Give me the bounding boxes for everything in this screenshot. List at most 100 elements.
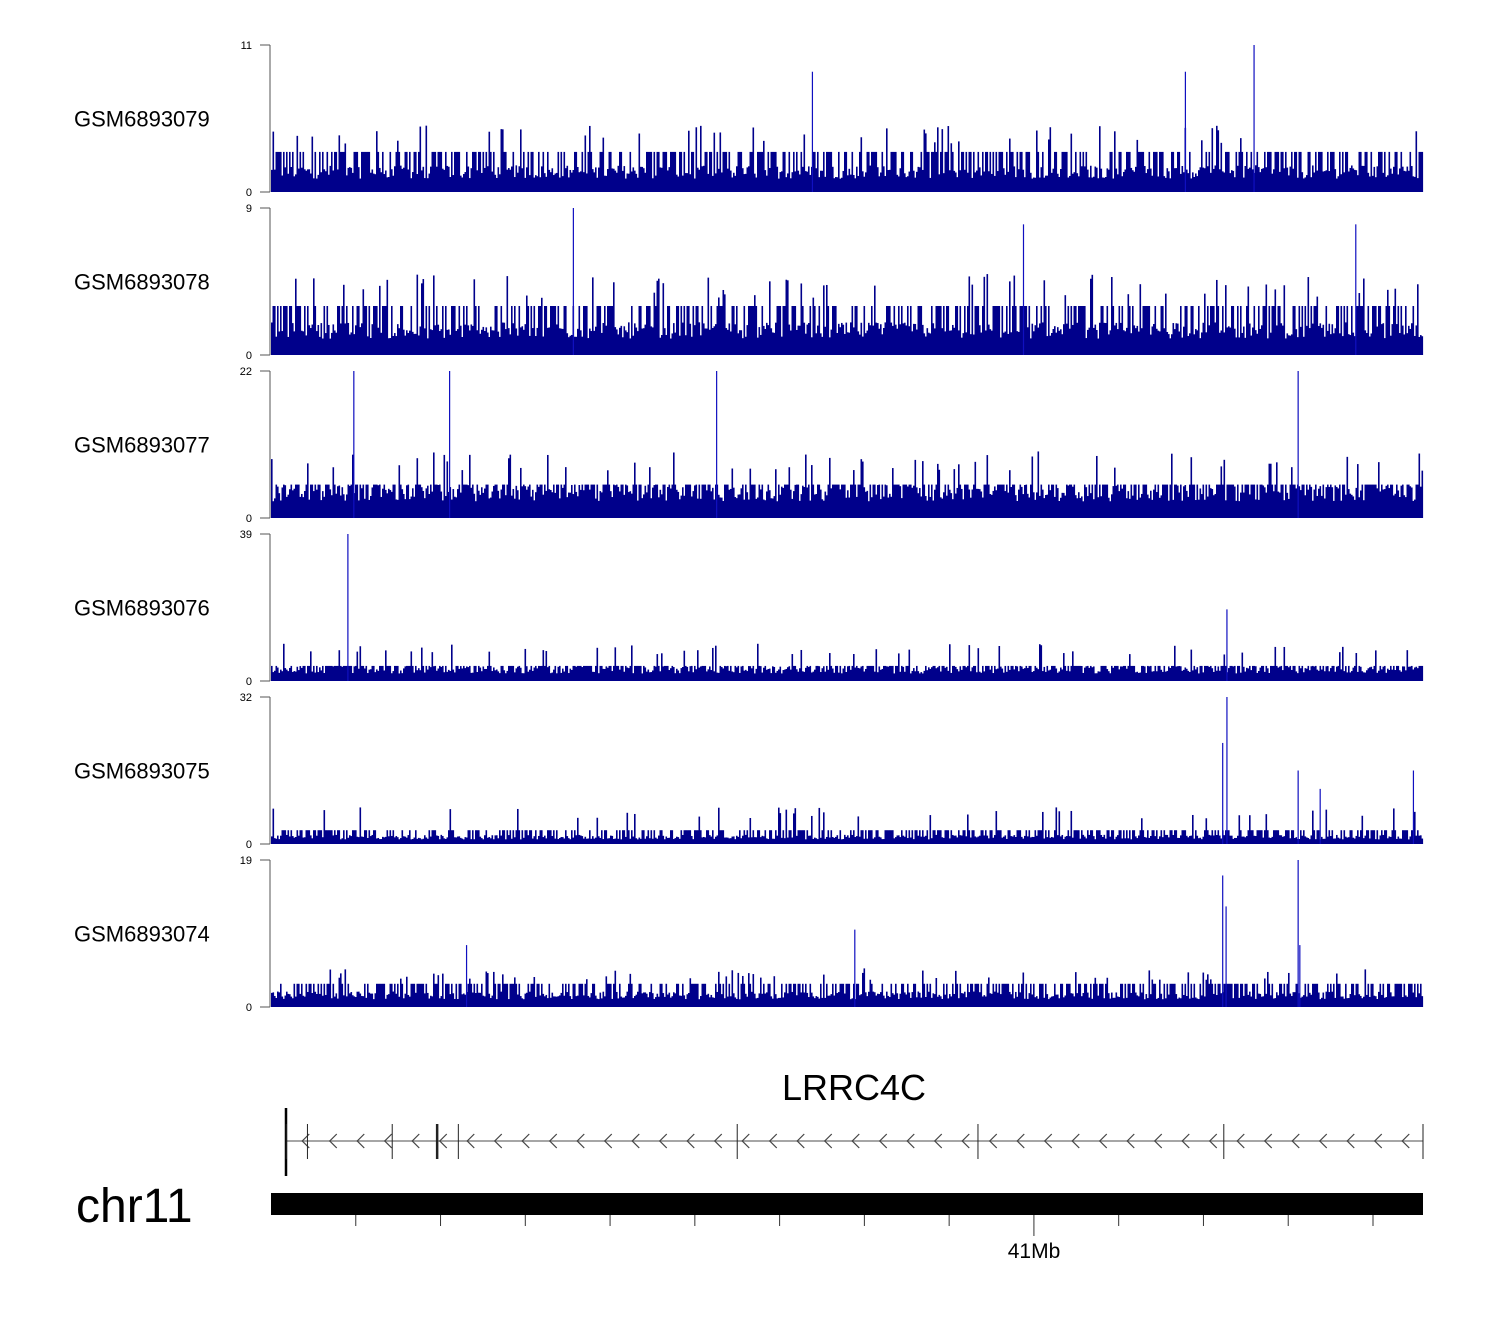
signal-bar (1214, 493, 1217, 518)
signal-bar (425, 488, 428, 518)
signal-bar (547, 667, 549, 681)
signal-bar (1247, 830, 1250, 844)
signal-bar (448, 830, 450, 844)
signal-bar (823, 151, 825, 192)
signal-bar (332, 835, 335, 844)
signal-bar (767, 151, 770, 192)
signal-bar (1379, 151, 1382, 192)
signal-bar (829, 837, 831, 844)
signal-bar (797, 325, 800, 355)
signal-bar (689, 484, 692, 518)
signal-bar (1052, 665, 1055, 681)
signal-bar (1280, 983, 1283, 1007)
signal-bar (650, 326, 653, 355)
signal-bar (454, 672, 456, 681)
signal-bar (1144, 166, 1146, 192)
signal-bar (409, 330, 411, 355)
signal-bar (1048, 484, 1050, 518)
signal-bar (863, 176, 866, 192)
signal-bar (1387, 484, 1389, 518)
signal-bar (1411, 323, 1413, 355)
signal-bar (752, 974, 755, 1007)
signal-bar (535, 830, 537, 844)
signal-bar (701, 306, 704, 355)
signal-bar (511, 306, 513, 355)
signal-bar (994, 665, 996, 681)
signal-bar (991, 494, 993, 518)
signal-bar (1388, 983, 1391, 1007)
signal-bar (1063, 997, 1065, 1007)
signal-bar (620, 839, 623, 844)
signal-bar (1198, 999, 1200, 1007)
signal-bar (1418, 665, 1421, 681)
signal-bar (788, 467, 791, 518)
signal-bar (934, 489, 936, 518)
signal-bar (299, 666, 302, 681)
signal-bar (958, 141, 960, 192)
signal-bar (388, 338, 390, 355)
signal-bar (1241, 836, 1244, 844)
signal-bar (1285, 151, 1287, 192)
signal-bar (637, 177, 639, 192)
signal-bar (548, 169, 551, 192)
signal-bar (1025, 830, 1028, 844)
signal-bar (451, 499, 453, 518)
signal-bar (622, 830, 624, 844)
signal-bar (406, 976, 408, 1007)
signal-bar (703, 484, 705, 518)
signal-bar (971, 830, 974, 844)
signal-bar (709, 835, 711, 844)
signal-bar (974, 306, 977, 355)
signal-bar (1057, 994, 1059, 1007)
signal-bar (368, 669, 371, 681)
signal-bar (316, 993, 318, 1007)
signal-bar (1277, 830, 1280, 844)
signal-bar (817, 839, 819, 844)
signal-bar (694, 178, 696, 192)
signal-bar (821, 997, 824, 1007)
signal-bar (467, 830, 470, 844)
signal-bar (346, 306, 348, 355)
signal-bar (638, 484, 641, 518)
signal-bar (665, 665, 668, 681)
signal-bar (1414, 983, 1416, 1007)
signal-bar (527, 306, 530, 355)
signal-bar (526, 830, 528, 844)
signal-bar (1259, 830, 1262, 844)
signal-bar (1106, 830, 1109, 844)
signal-bar (400, 306, 402, 355)
signal-bar (559, 177, 561, 192)
signal-bar (295, 671, 297, 681)
signal-bar (745, 993, 747, 1007)
signal-bar (713, 326, 716, 355)
signal-bar (709, 666, 711, 681)
signal-bar (1115, 836, 1118, 844)
signal-bar (551, 672, 554, 681)
signal-bar (520, 839, 522, 844)
signal-bar (763, 667, 765, 681)
signal-bar (512, 323, 515, 355)
signal-bar (941, 837, 944, 844)
signal-bar (1172, 151, 1175, 192)
signal-bar (1336, 178, 1338, 192)
signal-bar (1138, 331, 1140, 355)
signal-bar (1181, 670, 1184, 681)
signal-bar (1105, 838, 1107, 844)
signal-bar (964, 484, 966, 518)
signal-bar (1271, 306, 1274, 355)
signal-bar (1289, 166, 1292, 192)
signal-bar (649, 672, 651, 681)
signal-bar (598, 673, 600, 681)
signal-bar (1399, 983, 1401, 1007)
signal-bar (901, 151, 903, 192)
signal-bar (995, 669, 998, 681)
signal-bar (620, 484, 623, 518)
signal-bar (911, 670, 914, 681)
signal-bar (1418, 336, 1421, 355)
signal-bar (1211, 306, 1214, 355)
signal-bar (407, 332, 410, 355)
signal-bar (569, 335, 572, 355)
signal-bar (1057, 835, 1059, 844)
signal-bar (721, 306, 723, 355)
signal-bar (1321, 997, 1323, 1007)
